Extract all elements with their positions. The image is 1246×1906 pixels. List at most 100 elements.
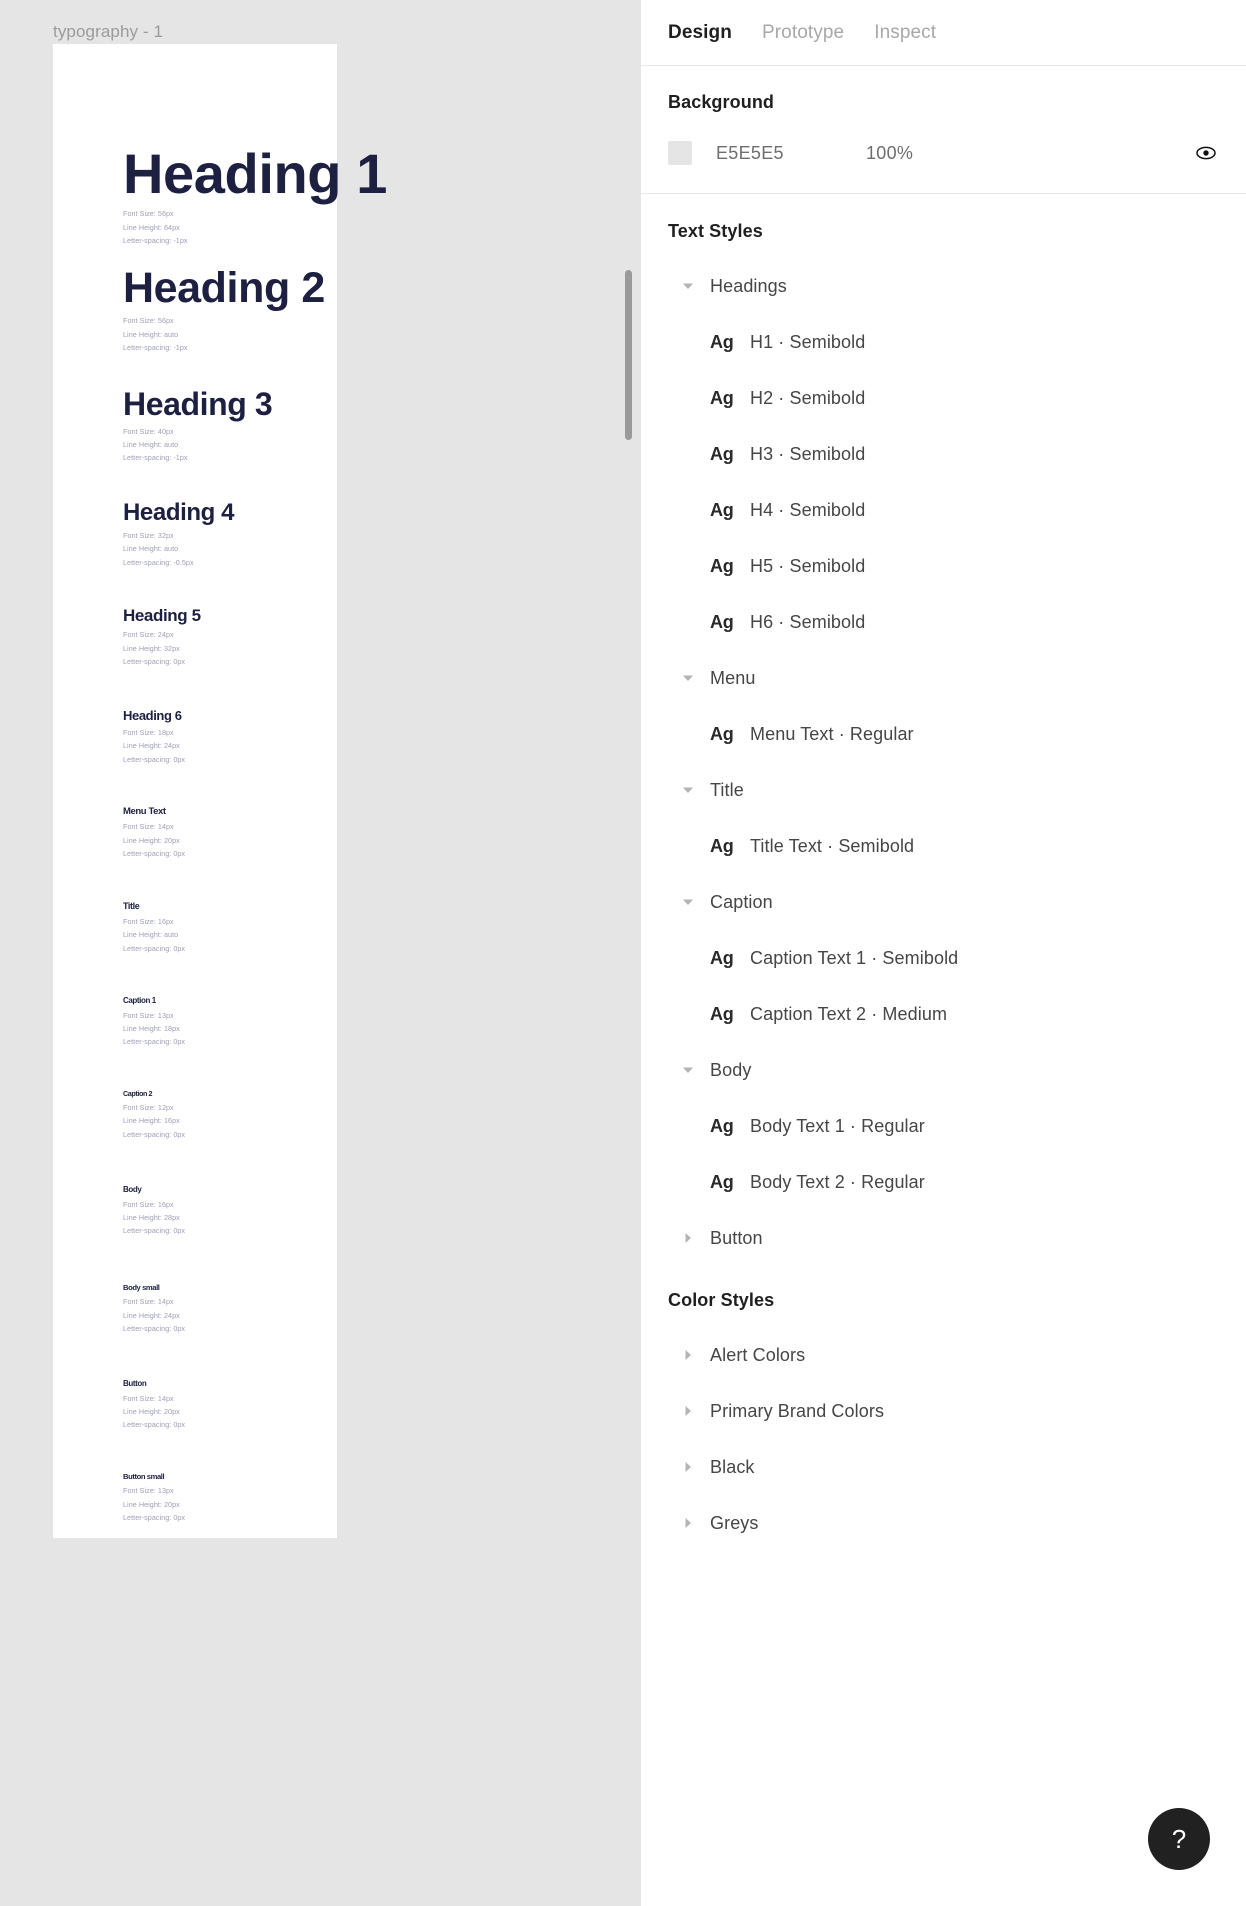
spec-detail-line: Line Height: 16px (123, 1116, 180, 1126)
spec-sample-text: Caption 2 (123, 1089, 153, 1098)
chevron-down-icon[interactable] (680, 278, 696, 294)
typography-spec-block[interactable]: Button small Font Size: 13px Line Height: … (123, 1472, 186, 1524)
background-hex-value[interactable]: E5E5E5 (716, 143, 866, 164)
chevron-right-icon[interactable] (680, 1230, 696, 1246)
color-styles-tree: Alert Colors Primary Brand Colors Black Gre… (668, 1327, 1219, 1551)
typography-spec-block[interactable]: Heading 1 Font Size: 56px Line Height: 64p… (123, 143, 387, 248)
spec-details: Font Size: 16px Line Height: auto Letter-s… (123, 915, 185, 955)
typography-spec-block[interactable]: Heading 2 Font Size: 56px Line Height: aut… (123, 265, 325, 355)
tab-design[interactable]: Design (668, 22, 732, 44)
group-label: Headings (710, 275, 787, 296)
spec-details: Font Size: 14px Line Height: 20px Letter-s… (123, 1392, 185, 1432)
background-color-swatch[interactable] (668, 141, 692, 165)
spec-detail-line: Line Height: 18px (123, 1024, 180, 1034)
group-label: Body (710, 1059, 752, 1080)
group-label: Caption (710, 891, 773, 912)
background-opacity-value[interactable]: 100% (866, 143, 1195, 164)
spec-sample-text: Button (123, 1379, 147, 1388)
spec-detail-line: Font Size: 16px (123, 1199, 174, 1209)
typography-spec-block[interactable]: Body small Font Size: 14px Line Height: 24… (123, 1283, 185, 1335)
text-style-item[interactable]: Ag Caption Text 1 · Semibold (668, 930, 1219, 986)
typography-spec-block[interactable]: Title Font Size: 16px Line Height: auto Let… (123, 901, 185, 955)
spec-detail-line: Font Size: 56px (123, 316, 174, 326)
color-style-group-black[interactable]: Black (668, 1439, 1219, 1495)
group-label: Primary Brand Colors (710, 1400, 885, 1421)
spec-detail-line: Font Size: 14px (123, 1297, 174, 1307)
spec-detail-line: Letter-spacing: -0.5px (123, 557, 194, 567)
spec-detail-line: Letter-spacing: 0px (123, 1037, 186, 1047)
text-style-item[interactable]: Ag H1 · Semibold (668, 314, 1219, 370)
eye-icon[interactable] (1195, 142, 1217, 164)
text-style-item[interactable]: Ag H2 · Semibold (668, 370, 1219, 426)
spec-detail-line: Letter-spacing: 0px (123, 1513, 186, 1522)
typography-spec-block[interactable]: Caption 1 Font Size: 13px Line Height: 18p… (123, 996, 186, 1049)
text-style-item[interactable]: Ag H4 · Semibold (668, 482, 1219, 538)
spec-detail-line: Font Size: 16px (123, 916, 174, 926)
text-style-group-caption[interactable]: Caption (668, 874, 1219, 930)
spec-details: Font Size: 16px Line Height: 28px Letter-s… (123, 1198, 185, 1238)
typography-spec-block[interactable]: Menu Text Font Size: 14px Line Height: 20p… (123, 806, 185, 860)
text-style-group-headings[interactable]: Headings (668, 258, 1219, 314)
spec-detail-line: Line Height: 32px (123, 643, 180, 653)
typography-spec-block[interactable]: Heading 4 Font Size: 32px Line Height: aut… (123, 500, 234, 569)
text-style-item[interactable]: Ag H5 · Semibold (668, 538, 1219, 594)
group-label: Greys (710, 1512, 759, 1533)
spec-sample-text: Heading 5 (123, 606, 201, 625)
chevron-down-icon[interactable] (680, 782, 696, 798)
background-section: Background E5E5E5 100% (641, 66, 1246, 194)
spec-detail-line: Font Size: 56px (123, 209, 174, 219)
spec-detail-line: Font Size: 12px (123, 1102, 174, 1112)
typography-spec-block[interactable]: Caption 2 Font Size: 12px Line Height: 16p… (123, 1090, 185, 1141)
frame-label[interactable]: typography - 1 (53, 22, 163, 42)
text-style-group-title[interactable]: Title (668, 762, 1219, 818)
artboard[interactable]: Heading 1 Font Size: 56px Line Height: 64p… (53, 44, 387, 1538)
text-style-group-menu[interactable]: Menu (668, 650, 1219, 706)
chevron-down-icon[interactable] (680, 670, 696, 686)
chevron-down-icon[interactable] (680, 1062, 696, 1078)
spec-sample-text: Body small (123, 1283, 160, 1292)
spec-detail-line: Letter-spacing: -1px (123, 453, 188, 463)
spec-sample-text: Button small (123, 1472, 165, 1481)
tab-prototype[interactable]: Prototype (762, 22, 844, 44)
text-style-preview-icon: Ag (710, 835, 734, 856)
spec-detail-line: Line Height: 64px (123, 222, 180, 232)
text-style-item[interactable]: Ag H6 · Semibold (668, 594, 1219, 650)
color-style-group-primary-brand-colors[interactable]: Primary Brand Colors (668, 1383, 1219, 1439)
spec-detail-line: Line Height: auto (123, 544, 179, 554)
color-style-group-greys[interactable]: Greys (668, 1495, 1219, 1551)
text-style-item[interactable]: Ag H3 · Semibold (668, 426, 1219, 482)
chevron-right-icon[interactable] (680, 1459, 696, 1475)
style-label: Body Text 1 · Regular (750, 1115, 925, 1136)
text-style-item[interactable]: Ag Menu Text · Regular (668, 706, 1219, 762)
text-style-item[interactable]: Ag Body Text 2 · Regular (668, 1154, 1219, 1210)
spec-sample-text: Menu Text (123, 806, 166, 817)
spec-detail-line: Letter-spacing: 0px (123, 1129, 186, 1139)
text-style-preview-icon: Ag (710, 1003, 734, 1024)
tab-inspect[interactable]: Inspect (874, 22, 936, 44)
spec-detail-line: Letter-spacing: 0px (123, 1226, 186, 1236)
spec-detail-line: Font Size: 18px (123, 728, 174, 738)
chevron-right-icon[interactable] (680, 1403, 696, 1419)
spec-detail-line: Font Size: 32px (123, 530, 174, 540)
design-canvas[interactable]: typography - 1 Heading 1 Font Size: 56px L… (0, 0, 640, 1906)
text-style-item[interactable]: Ag Caption Text 2 · Medium (668, 986, 1219, 1042)
typography-spec-block[interactable]: Heading 5 Font Size: 24px Line Height: 32p… (123, 606, 201, 669)
canvas-scrollbar[interactable] (625, 270, 632, 440)
spec-details: Font Size: 14px Line Height: 20px Letter-s… (123, 820, 185, 860)
typography-spec-block[interactable]: Heading 3 Font Size: 40px Line Height: aut… (123, 387, 273, 465)
help-button[interactable]: ? (1148, 1808, 1210, 1870)
text-style-preview-icon: Ag (710, 331, 734, 352)
spec-detail-line: Line Height: 24px (123, 1310, 180, 1320)
text-style-item[interactable]: Ag Body Text 1 · Regular (668, 1098, 1219, 1154)
typography-spec-block[interactable]: Body Font Size: 16px Line Height: 28px Lett… (123, 1185, 185, 1238)
chevron-down-icon[interactable] (680, 894, 696, 910)
text-style-group-body[interactable]: Body (668, 1042, 1219, 1098)
text-style-item[interactable]: Ag Title Text · Semibold (668, 818, 1219, 874)
typography-spec-block[interactable]: Button Font Size: 14px Line Height: 20px Le… (123, 1379, 185, 1432)
text-style-group-button[interactable]: Button (668, 1210, 1219, 1266)
color-style-group-alert-colors[interactable]: Alert Colors (668, 1327, 1219, 1383)
typography-spec-block[interactable]: Heading 6 Font Size: 18px Line Height: 24p… (123, 708, 185, 766)
spec-sample-text: Heading 6 (123, 708, 182, 723)
chevron-right-icon[interactable] (680, 1515, 696, 1531)
chevron-right-icon[interactable] (680, 1347, 696, 1363)
